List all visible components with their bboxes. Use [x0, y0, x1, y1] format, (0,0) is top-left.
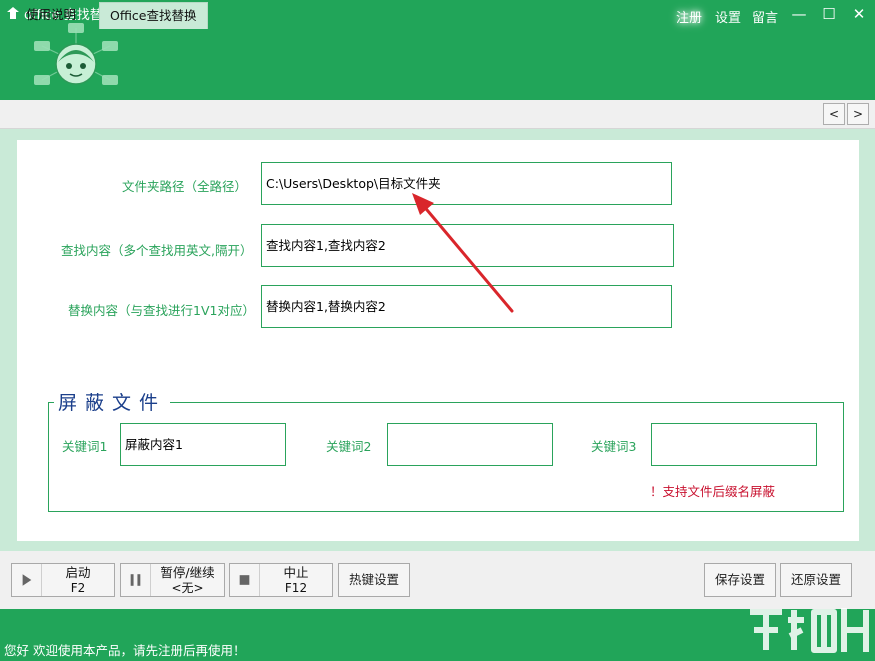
keyword3-input[interactable]	[651, 423, 817, 466]
stop-hotkey: F12	[284, 581, 308, 595]
pause-label: 暂停/继续	[160, 565, 215, 580]
play-icon	[22, 564, 42, 596]
pause-hotkey: <无>	[171, 581, 204, 595]
restore-settings-button[interactable]: 还原设置	[780, 563, 852, 597]
tab-instructions[interactable]: 使用说明	[16, 2, 86, 29]
stop-icon	[239, 564, 260, 596]
message-link[interactable]: 留言	[752, 7, 778, 26]
tab-next-button[interactable]: >	[847, 103, 869, 125]
hotkey-settings-button[interactable]: 热键设置	[338, 563, 410, 597]
stop-label: 中止	[283, 565, 309, 580]
mascot-icon	[34, 23, 118, 85]
suffix-shield-hint: ！支持文件后缀名屏蔽	[650, 484, 776, 499]
save-settings-button[interactable]: 保存设置	[704, 563, 776, 597]
replace-content-label: 替换内容（与查找进行1V1对应）	[68, 303, 255, 318]
keyword2-label: 关键词2	[326, 439, 372, 454]
register-link[interactable]: 注册	[676, 7, 702, 26]
folder-path-label: 文件夹路径（全路径）	[122, 179, 248, 194]
settings-link[interactable]: 设置	[715, 7, 741, 26]
start-hotkey: F2	[70, 581, 86, 595]
status-message: 您好 欢迎使用本产品，请先注册后再使用！	[4, 643, 246, 658]
tab-bar	[0, 100, 875, 129]
pause-icon	[130, 564, 151, 596]
tab-prev-button[interactable]: <	[823, 103, 845, 125]
start-label: 启动	[65, 565, 91, 580]
keyword2-input[interactable]	[387, 423, 553, 466]
keyword3-label: 关键词3	[591, 439, 637, 454]
tab-office-find-replace[interactable]: Office查找替换	[99, 2, 208, 29]
keyword1-label: 关键词1	[62, 439, 108, 454]
keyword1-input[interactable]: 屏蔽内容1	[120, 423, 286, 466]
shield-files-title: 屏蔽文件	[54, 388, 171, 415]
replace-content-input[interactable]: 替换内容1,替换内容2	[261, 285, 672, 328]
pause-resume-button[interactable]: 暂停/继续 <无>	[120, 563, 225, 597]
find-content-label: 查找内容（多个查找用英文,隔开）	[61, 243, 253, 258]
find-content-input[interactable]: 查找内容1,查找内容2	[261, 224, 674, 267]
stop-button[interactable]: 中止 F12	[229, 563, 333, 597]
maximize-button[interactable]: ☐	[816, 3, 842, 25]
folder-path-input[interactable]: C:\Users\Desktop\目标文件夹	[261, 162, 672, 205]
watermark-logo-icon	[750, 608, 869, 653]
minimize-button[interactable]: —	[786, 3, 812, 25]
start-button[interactable]: 启动 F2	[11, 563, 115, 597]
close-button[interactable]: ✕	[846, 3, 872, 25]
